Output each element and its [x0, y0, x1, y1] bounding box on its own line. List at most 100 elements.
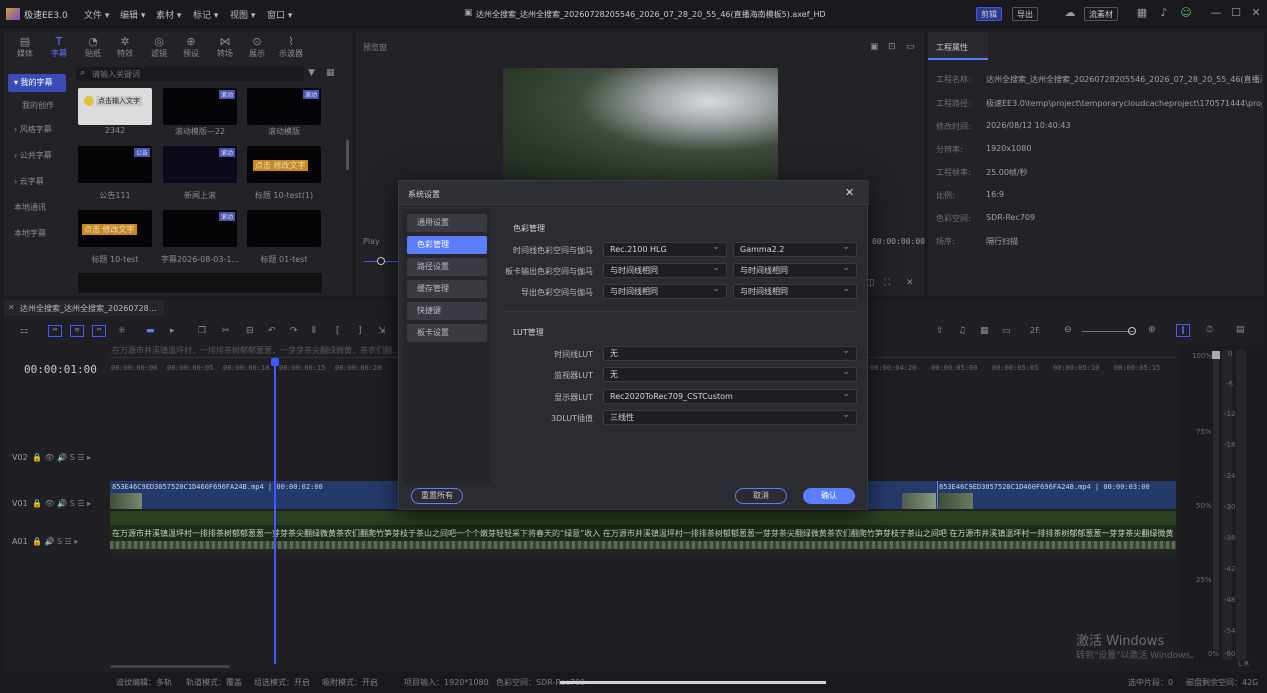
preview-scrubber[interactable]: [377, 257, 385, 265]
bell-icon[interactable]: ♪: [1156, 6, 1172, 22]
nav-cache[interactable]: 缓存管理: [407, 280, 487, 298]
export-colorspace-select[interactable]: 与时间线相同: [603, 283, 727, 299]
zoom-in-icon[interactable]: ⊕: [1148, 325, 1156, 335]
track-controls-icon[interactable]: 🔒 👁 🔊 S ☰ ▸: [32, 453, 91, 462]
mark-out-icon[interactable]: ]: [358, 326, 362, 336]
frame-rate-label[interactable]: 2F.: [1030, 326, 1041, 335]
monitor-lut-select[interactable]: 无: [603, 366, 857, 382]
subtitle-clip[interactable]: [110, 511, 1176, 525]
sidebar-local-subtitle[interactable]: 本地字幕: [8, 225, 66, 243]
thumb-title-01-test[interactable]: [247, 210, 321, 247]
export-gamma-select[interactable]: 与时间线相同: [733, 283, 857, 299]
view-toggle-icon[interactable]: ▦: [326, 68, 335, 78]
upload-icon[interactable]: ⇪: [936, 326, 944, 336]
search-box[interactable]: ⌕: [76, 67, 304, 81]
delete-icon[interactable]: ⊟: [246, 326, 254, 336]
menu-edit[interactable]: 编辑 ▾: [120, 8, 145, 21]
group-icon[interactable]: ⁜: [118, 326, 126, 336]
link-icon[interactable]: ⇔: [92, 325, 106, 337]
thumb-title-10-test-1[interactable]: 点击 修改文字: [247, 146, 321, 183]
nav-shortcut[interactable]: 快捷键: [407, 302, 487, 320]
monitor-out-icon[interactable]: ▭: [1002, 326, 1011, 336]
lut-interpolation-select[interactable]: 三线性: [603, 409, 857, 425]
select-tool-icon[interactable]: ▬: [146, 326, 155, 336]
fullscreen-icon[interactable]: ⛶: [884, 278, 890, 288]
search-input[interactable]: [92, 68, 292, 80]
sidebar-my-creation[interactable]: 我的创作: [8, 97, 66, 115]
safe-frame-icon[interactable]: ▣: [870, 42, 879, 52]
audio-meter-toggle-icon[interactable]: ‖: [1176, 324, 1190, 337]
mic-icon[interactable]: ♫: [958, 326, 966, 336]
nav-path[interactable]: 路径设置: [407, 258, 487, 276]
dialog-close-icon[interactable]: ✕: [845, 186, 854, 199]
playhead-line[interactable]: [274, 364, 276, 664]
cat-scope[interactable]: ⌇ 示波器: [274, 36, 308, 59]
mark-in-icon[interactable]: [: [336, 326, 340, 336]
thumb-notice[interactable]: 公告: [78, 146, 152, 183]
nav-card[interactable]: 板卡设置: [407, 324, 487, 342]
thumb-subtitle-2026[interactable]: 滚动: [163, 210, 237, 247]
thumb-2342[interactable]: 点击输入文字: [78, 88, 152, 125]
grid-icon[interactable]: ▦: [1134, 6, 1150, 22]
export-range-icon[interactable]: ⇲: [378, 326, 386, 336]
nav-color-management[interactable]: 色彩管理: [407, 236, 487, 254]
sidebar-style-subtitle[interactable]: › 风格字幕: [8, 121, 66, 139]
display-lut-select[interactable]: Rec2020ToRec709_CSTCustom: [603, 388, 857, 404]
thumb-news-scroll[interactable]: 滚动: [163, 146, 237, 183]
comment-icon[interactable]: ▤: [1236, 325, 1245, 335]
cat-show[interactable]: ⊙ 展示: [240, 36, 274, 59]
cat-sticker[interactable]: ◔ 贴纸: [76, 36, 110, 59]
zoom-slider[interactable]: [1082, 331, 1134, 332]
track-controls-icon[interactable]: 🔒 👁 🔊 S ☰ ▸: [32, 499, 91, 508]
close-window-icon[interactable]: ✕: [1248, 6, 1264, 22]
play-label[interactable]: Play: [363, 237, 380, 246]
cat-preset[interactable]: ⊕ 预设: [174, 36, 208, 59]
cat-effect[interactable]: ✲ 特效: [108, 36, 142, 59]
ripple-icon[interactable]: ≋: [70, 325, 84, 337]
zoom-out-icon[interactable]: ⊖: [1064, 325, 1072, 335]
thumb-title-10-test[interactable]: 点击 修改文字: [78, 210, 152, 247]
range-tool-icon[interactable]: ▸: [170, 326, 175, 336]
audio-clip-a01[interactable]: 在万源市井溪镇温坪村一排排茶树郁郁葱葱一芽芽茶尖翻绿微黄茶农们翻爬竹笋芽枝于茶山…: [110, 525, 1176, 553]
menu-mark[interactable]: 标记 ▾: [193, 8, 218, 21]
cut-icon[interactable]: ✂: [222, 326, 230, 336]
sidebar-my-subtitle[interactable]: ▾ 我的字幕: [8, 74, 66, 92]
minimize-icon[interactable]: —: [1208, 6, 1224, 22]
timeline-tab-close-icon[interactable]: ✕: [8, 303, 15, 312]
cat-media[interactable]: ▤ 媒体: [8, 36, 42, 59]
menu-material[interactable]: 素材 ▾: [156, 8, 181, 21]
menu-window[interactable]: 窗口 ▾: [267, 8, 292, 21]
export-button[interactable]: 导出: [1012, 7, 1038, 21]
card-colorspace-select[interactable]: 与时间线相同: [603, 262, 727, 278]
volume-slider-handle[interactable]: [1212, 351, 1220, 359]
split-icon[interactable]: ⫴: [312, 326, 316, 336]
filter-icon-button[interactable]: ▼: [308, 68, 315, 78]
monitor-icon[interactable]: ▭: [906, 42, 915, 52]
volume-slider-track[interactable]: [1213, 350, 1219, 650]
snap-icon[interactable]: ⇹: [48, 325, 62, 337]
media-scrollbar[interactable]: [346, 140, 349, 170]
edit-mode-button[interactable]: 剪辑: [976, 7, 1002, 21]
sidebar-cloud-subtitle[interactable]: › 云字幕: [8, 173, 66, 191]
confirm-button[interactable]: 确认: [803, 488, 855, 504]
redo-icon[interactable]: ↷: [290, 326, 298, 336]
nav-general[interactable]: 通用设置: [407, 214, 487, 232]
thumb-scroll-22[interactable]: 滚动: [163, 88, 237, 125]
track-controls-icon[interactable]: 🔒 🔊 S ☰ ▸: [32, 537, 78, 546]
cat-transition[interactable]: ⋈ 转场: [208, 36, 242, 59]
layout-icon[interactable]: ⚏: [20, 326, 28, 336]
cloud-icon[interactable]: ☁: [1062, 6, 1078, 22]
card-gamma-select[interactable]: 与时间线相同: [733, 262, 857, 278]
undo-icon[interactable]: ↶: [268, 326, 276, 336]
menu-file[interactable]: 文件 ▾: [84, 8, 109, 21]
menu-view[interactable]: 视图 ▾: [230, 8, 255, 21]
close-preview-icon[interactable]: ✕: [906, 278, 914, 288]
user-icon[interactable]: ☺: [1178, 6, 1194, 22]
film-icon[interactable]: ▦: [980, 326, 989, 336]
thumb-scroll[interactable]: 滚动: [247, 88, 321, 125]
fit-icon[interactable]: ⊡: [888, 42, 896, 52]
stream-material-button[interactable]: 流素材: [1084, 7, 1118, 21]
timeline-tab[interactable]: ✕ 达州全搜索_达州全搜索_20260728...: [4, 300, 164, 316]
copy-icon[interactable]: ❐: [198, 326, 206, 336]
timer-icon[interactable]: ⏱: [1206, 325, 1213, 335]
